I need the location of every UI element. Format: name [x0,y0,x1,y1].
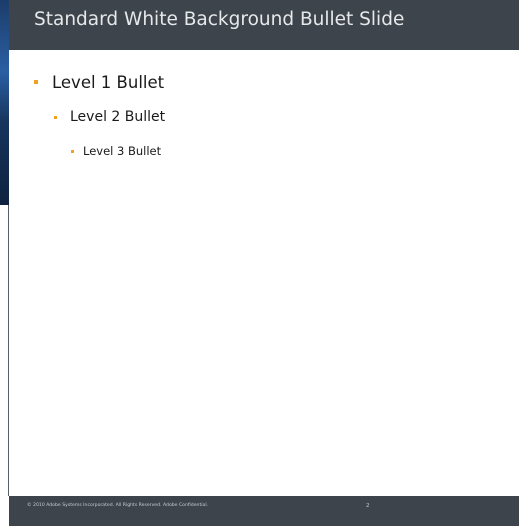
bullet-square-icon [34,80,38,84]
page-number: 2 [366,503,370,509]
footer-copyright: © 2010 Adobe Systems Incorporated. All R… [27,503,209,508]
bullet-level-2: Level 2 Bullet [54,108,165,126]
bullet-level-1-text: Level 1 Bullet [52,72,165,92]
left-edge-divider [8,205,9,496]
bullet-level-2-text: Level 2 Bullet [70,109,166,125]
bullet-square-icon [71,149,74,153]
bullet-square-icon [54,115,57,119]
bullet-level-3: Level 3 Bullet [71,143,161,159]
footer-bar: © 2010 Adobe Systems Incorporated. All R… [9,496,519,526]
slide-title: Standard White Background Bullet Slide [34,9,405,30]
left-edge-photo-strip [0,0,9,205]
bullet-level-3-text: Level 3 Bullet [83,144,162,158]
bullet-level-1: Level 1 Bullet [34,72,164,92]
slide-canvas: Standard White Background Bullet Slide L… [0,0,519,526]
title-bar: Standard White Background Bullet Slide [9,0,519,50]
